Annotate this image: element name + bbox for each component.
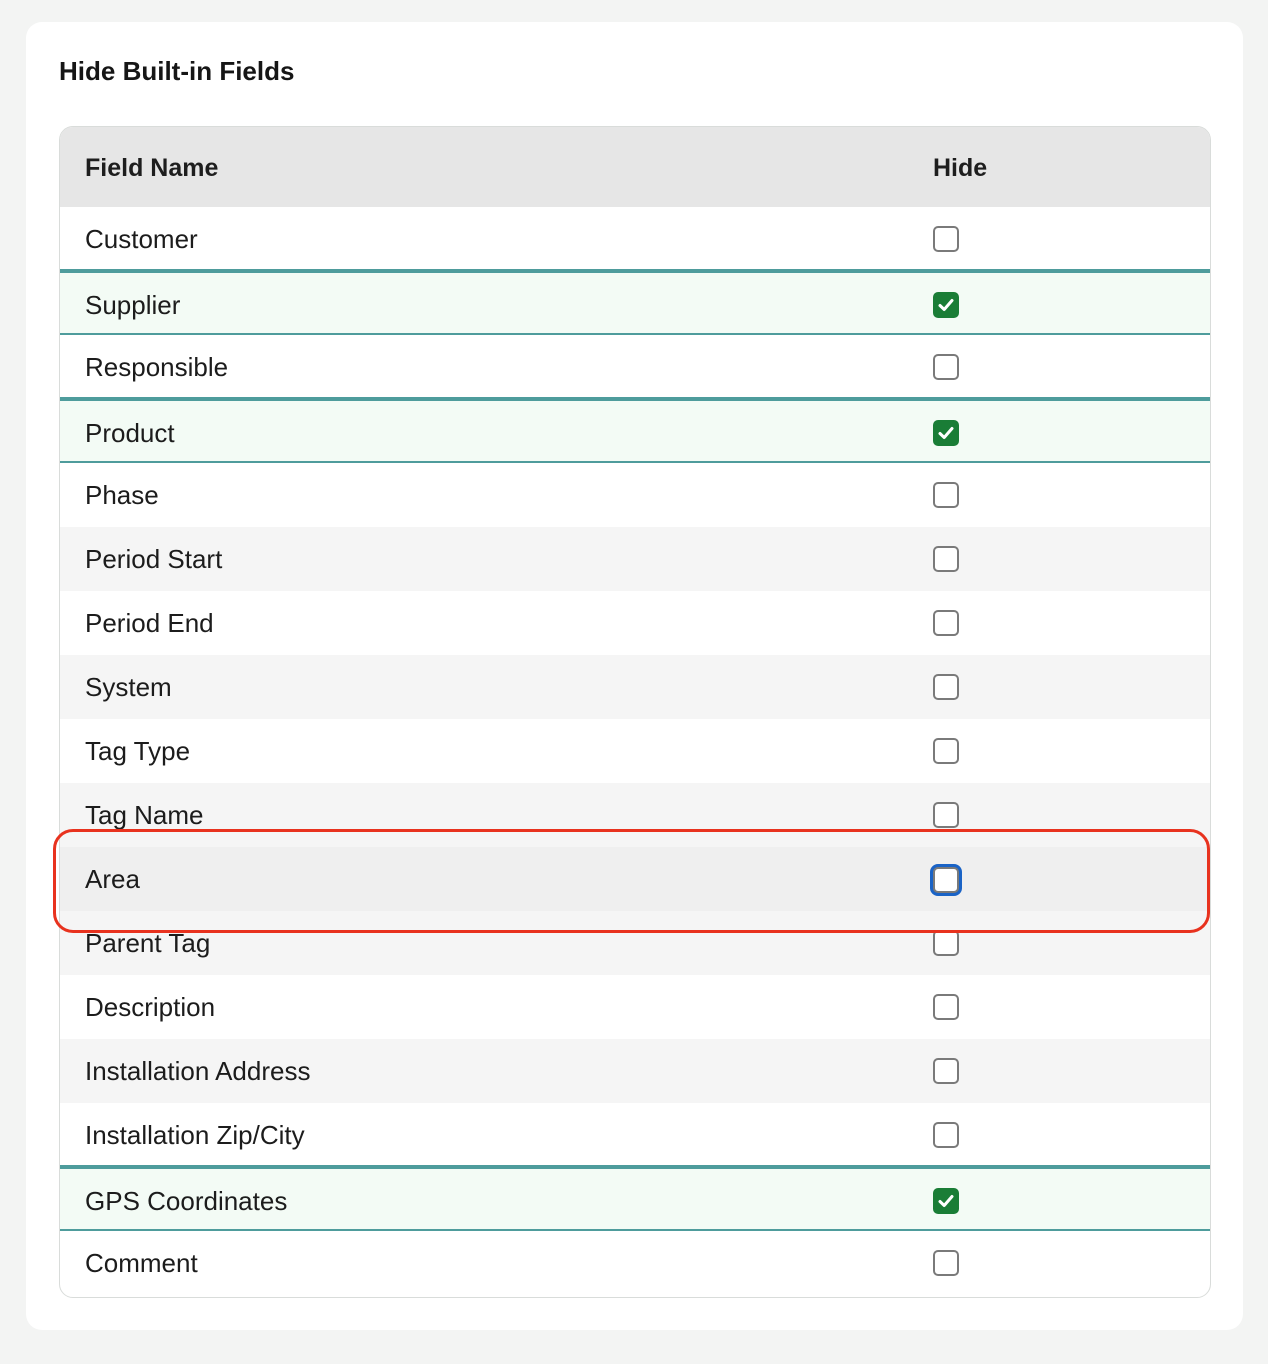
hide-checkbox[interactable] [933, 994, 959, 1020]
table-body: Customer Supplier Responsible Product Phase P… [60, 207, 1210, 1295]
column-header-hide: Hide [933, 154, 988, 182]
field-name-cell: Product [85, 418, 175, 448]
hide-checkbox[interactable] [933, 1122, 959, 1148]
table-row: Area [60, 847, 1210, 911]
field-name-cell: Period Start [85, 544, 223, 574]
hide-checkbox[interactable] [933, 292, 959, 318]
field-name-cell: Area [85, 864, 140, 894]
hide-checkbox[interactable] [933, 482, 959, 508]
section-title: Hide Built-in Fields [59, 56, 295, 86]
field-name-cell: Installation Address [85, 1056, 311, 1086]
table-row: GPS Coordinates [60, 1167, 1210, 1231]
field-name-cell: Supplier [85, 290, 181, 320]
hide-checkbox[interactable] [933, 1250, 959, 1276]
table-row: Responsible [60, 335, 1210, 399]
table-row: Comment [60, 1231, 1210, 1295]
field-name-cell: Period End [85, 608, 214, 638]
table-row: Installation Zip/City [60, 1103, 1210, 1167]
table-row: Tag Type [60, 719, 1210, 783]
field-name-cell: GPS Coordinates [85, 1186, 288, 1216]
hide-checkbox[interactable] [933, 674, 959, 700]
column-header-field-name: Field Name [85, 154, 219, 182]
field-name-cell: Responsible [85, 352, 229, 382]
check-icon [938, 427, 954, 439]
field-name-cell: Tag Type [85, 736, 191, 766]
hide-checkbox[interactable] [933, 738, 959, 764]
field-name-cell: Tag Name [85, 800, 204, 830]
fields-table: Field Name Hide Customer Supplier Responsi… [59, 126, 1211, 1298]
hide-checkbox[interactable] [933, 930, 959, 956]
table-row: Customer [60, 207, 1210, 271]
table-row: Description [60, 975, 1210, 1039]
table-row: System [60, 655, 1210, 719]
check-icon [938, 1195, 954, 1207]
table-row: Parent Tag [60, 911, 1210, 975]
field-name-cell: Customer [85, 224, 198, 254]
hide-checkbox[interactable] [933, 226, 959, 252]
table-row: Period Start [60, 527, 1210, 591]
field-name-cell: Description [85, 992, 216, 1022]
table-row: Product [60, 399, 1210, 463]
table-row: Supplier [60, 271, 1210, 335]
field-name-cell: Parent Tag [85, 928, 211, 958]
hide-checkbox[interactable] [933, 867, 959, 893]
hide-checkbox[interactable] [933, 610, 959, 636]
hide-checkbox[interactable] [933, 546, 959, 572]
table-row: Tag Name [60, 783, 1210, 847]
field-name-cell: System [85, 672, 172, 702]
table-row: Phase [60, 463, 1210, 527]
hide-fields-card: Hide Built-in Fields Field Name Hide Cus… [26, 22, 1243, 1330]
hide-checkbox[interactable] [933, 802, 959, 828]
hide-checkbox[interactable] [933, 1188, 959, 1214]
hide-checkbox[interactable] [933, 420, 959, 446]
field-name-cell: Installation Zip/City [85, 1120, 305, 1150]
table-header: Field Name Hide [60, 127, 1210, 207]
hide-checkbox[interactable] [933, 1058, 959, 1084]
hide-checkbox[interactable] [933, 354, 959, 380]
table-row: Period End [60, 591, 1210, 655]
field-name-cell: Comment [85, 1248, 198, 1278]
table-row: Installation Address [60, 1039, 1210, 1103]
field-name-cell: Phase [85, 480, 159, 510]
check-icon [938, 299, 954, 311]
